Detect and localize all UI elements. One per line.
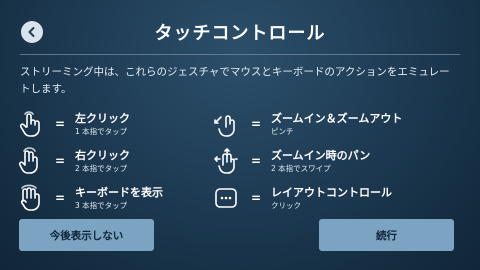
gesture-sub: クリック [271, 200, 301, 210]
page-title: タッチコントロール [154, 23, 326, 44]
gesture-label: ズームイン＆ズームアウト [271, 111, 403, 125]
equals-sign: = [250, 191, 262, 205]
gesture-label: 右クリック [75, 148, 130, 162]
gesture-pinch-zoom: = ズームイン＆ズームアウト ピンチ [211, 109, 402, 139]
gesture-sub: ピンチ [271, 126, 294, 136]
gesture-right-click: = 右クリック 2 本指でタップ [15, 146, 130, 176]
gesture-label: レイアウトコントロール [271, 185, 392, 199]
gesture-sub: 3 本指でタップ [75, 200, 128, 210]
continue-button[interactable]: 続行 [319, 219, 454, 251]
gesture-label: キーボードを表示 [75, 185, 163, 199]
one-finger-tap-icon [15, 109, 45, 139]
layout-control-icon [211, 183, 241, 213]
two-finger-tap-icon [15, 146, 45, 176]
equals-sign: = [54, 154, 66, 168]
gesture-sub: 2 本指でタップ [75, 163, 128, 173]
equals-sign: = [54, 191, 66, 205]
gesture-left-click: = 左クリック 1 本指でタップ [15, 109, 130, 139]
gesture-sub: 1 本指でタップ [75, 126, 128, 136]
two-finger-swipe-icon [211, 146, 241, 176]
gesture-show-keyboard: = キーボードを表示 3 本指でタップ [15, 183, 163, 213]
pinch-zoom-icon [211, 109, 241, 139]
gesture-pan: = ズームイン時のパン 2 本指でスワイプ [211, 146, 370, 176]
three-finger-tap-icon [15, 183, 45, 213]
dont-show-again-button[interactable]: 今後表示しない [19, 219, 154, 251]
divider [20, 54, 460, 55]
gesture-label: ズームイン時のパン [271, 148, 371, 162]
equals-sign: = [250, 117, 262, 131]
gesture-layout-control: = レイアウトコントロール クリック [211, 183, 392, 213]
description-text: ストリーミング中は、これらのジェスチャでマウスとキーボードのアクションをエミュレ… [20, 66, 450, 95]
equals-sign: = [54, 117, 66, 131]
gesture-label: 左クリック [75, 111, 130, 125]
equals-sign: = [250, 154, 262, 168]
gesture-sub: 2 本指でスワイプ [271, 163, 331, 173]
